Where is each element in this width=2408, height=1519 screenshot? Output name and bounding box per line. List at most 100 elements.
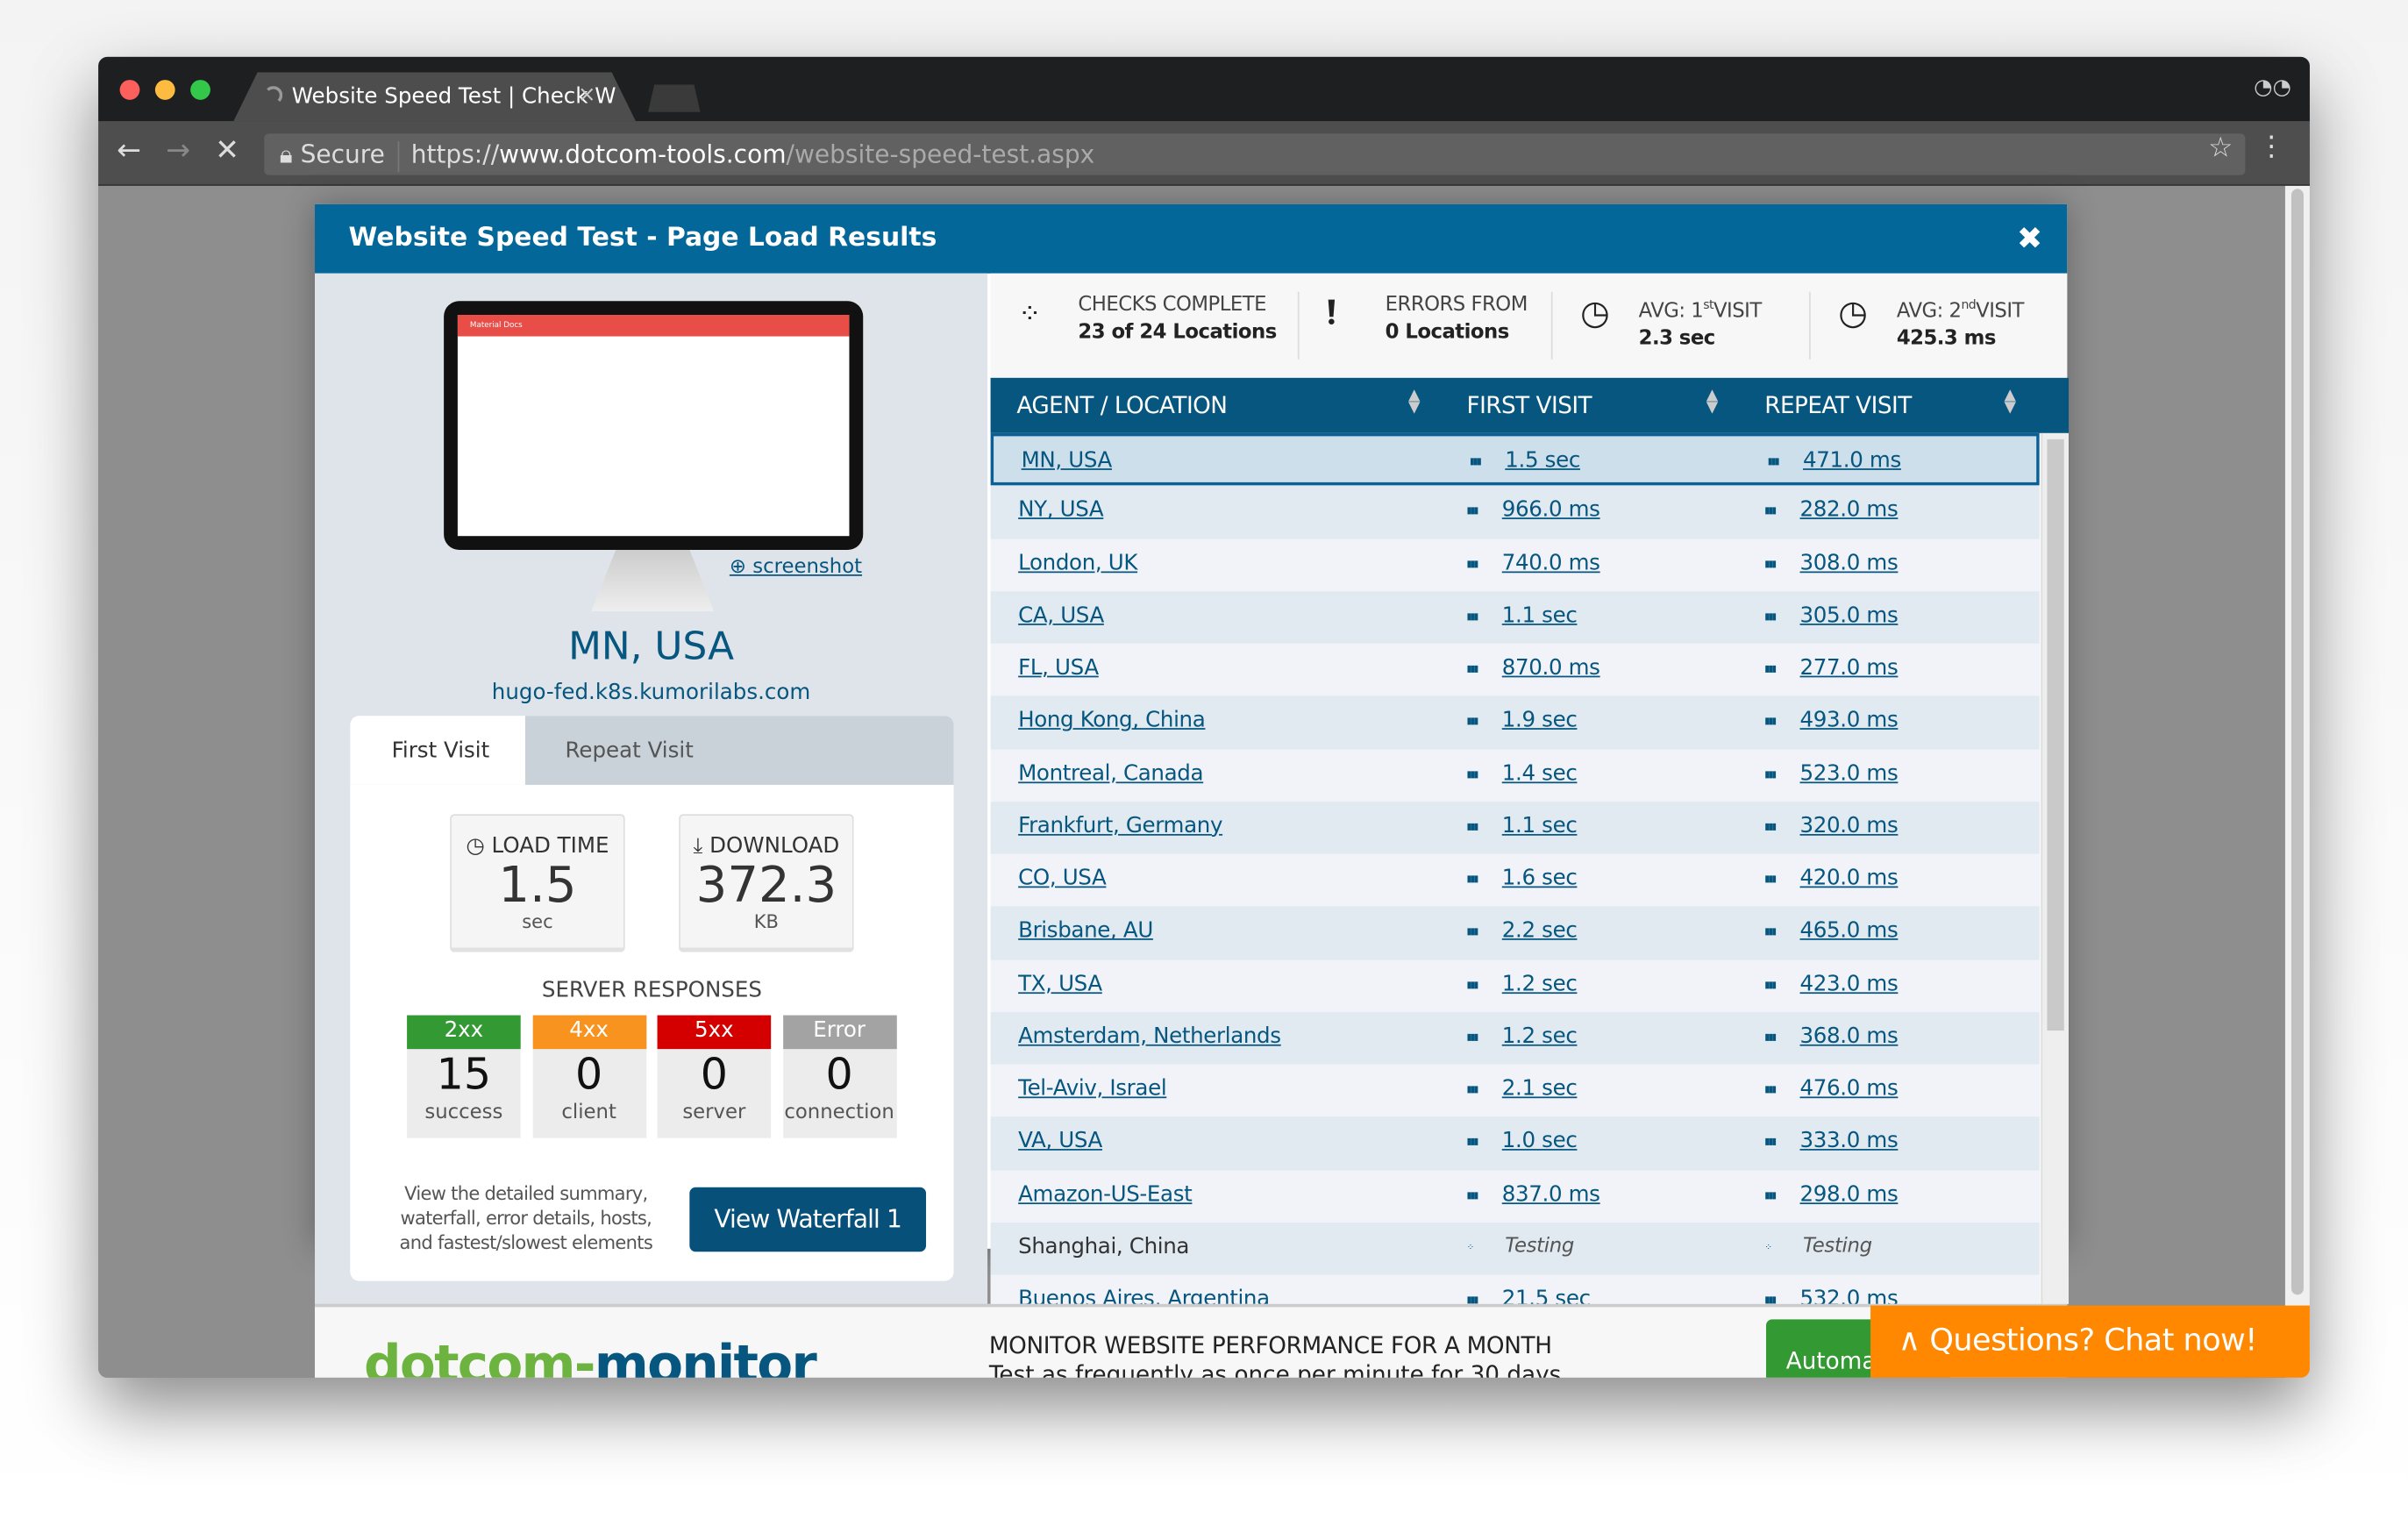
repeat-visit-link[interactable]: 282.0 ms bbox=[1800, 498, 1899, 523]
table-row[interactable]: CO, USA ▮▮▮ 1.6 sec ▮▮▮ 420.0 ms bbox=[990, 853, 2040, 907]
repeat-visit-link[interactable]: 420.0 ms bbox=[1800, 866, 1899, 891]
bar-chart-icon[interactable]: ▮▮▮ bbox=[1764, 664, 1777, 674]
location-link[interactable]: Brisbane, AU bbox=[1018, 919, 1153, 944]
screenshot-link[interactable]: ⊕ screenshot bbox=[730, 556, 862, 579]
table-row[interactable]: Amazon-US-East ▮▮▮ 837.0 ms ▮▮▮ 298.0 ms bbox=[990, 1169, 2040, 1223]
bar-chart-icon[interactable]: ▮▮▮ bbox=[1466, 1137, 1478, 1147]
first-visit-link[interactable]: 1.2 sec bbox=[1502, 1024, 1578, 1049]
bar-chart-icon[interactable]: ▮▮▮ bbox=[1764, 1031, 1777, 1042]
table-row[interactable]: VA, USA ▮▮▮ 1.0 sec ▮▮▮ 333.0 ms bbox=[990, 1116, 2040, 1170]
first-visit-link[interactable]: 1.9 sec bbox=[1502, 709, 1578, 733]
first-visit-link[interactable]: 1.1 sec bbox=[1502, 814, 1578, 838]
first-visit-link[interactable]: 2.1 sec bbox=[1502, 1077, 1578, 1102]
bar-chart-icon[interactable]: ▮▮▮ bbox=[1466, 1189, 1478, 1200]
bar-chart-icon[interactable]: ▮▮▮ bbox=[1466, 979, 1478, 989]
bar-chart-icon[interactable]: ▮▮▮ bbox=[1466, 559, 1478, 569]
table-row[interactable]: Brisbane, AU ▮▮▮ 2.2 sec ▮▮▮ 465.0 ms bbox=[990, 906, 2040, 959]
table-row[interactable]: Hong Kong, China ▮▮▮ 1.9 sec ▮▮▮ 493.0 ms bbox=[990, 695, 2040, 749]
back-icon[interactable]: ← bbox=[117, 133, 141, 168]
repeat-visit-link[interactable]: 368.0 ms bbox=[1800, 1024, 1899, 1049]
first-visit-link[interactable]: 1.4 sec bbox=[1502, 761, 1578, 786]
repeat-visit-link[interactable]: 320.0 ms bbox=[1800, 814, 1899, 838]
bar-chart-icon[interactable]: ▮▮▮ bbox=[1466, 874, 1478, 884]
bar-chart-icon[interactable]: ▮▮▮ bbox=[1764, 1137, 1777, 1147]
chat-button[interactable]: ∧ Questions? Chat now! bbox=[1870, 1305, 2310, 1378]
repeat-visit-link[interactable]: 476.0 ms bbox=[1800, 1077, 1899, 1102]
stop-icon[interactable]: ✕ bbox=[215, 133, 239, 168]
table-row[interactable]: FL, USA ▮▮▮ 870.0 ms ▮▮▮ 277.0 ms bbox=[990, 643, 2040, 696]
close-tab-icon[interactable]: × bbox=[578, 83, 596, 108]
table-row[interactable]: Frankfurt, Germany ▮▮▮ 1.1 sec ▮▮▮ 320.0 m… bbox=[990, 801, 2040, 854]
bar-chart-icon[interactable]: ▮▮▮ bbox=[1466, 1084, 1478, 1095]
first-visit-link[interactable]: 740.0 ms bbox=[1502, 551, 1600, 575]
maximize-window-button[interactable] bbox=[190, 80, 210, 100]
forward-icon[interactable]: → bbox=[166, 133, 190, 168]
table-row[interactable]: Buenos Aires, Argentina ▮▮▮ 21.5 sec ▮▮▮ 5… bbox=[990, 1274, 2040, 1304]
table-row[interactable]: Shanghai, China ⁘ Testing ⁘ Testing bbox=[990, 1222, 2040, 1275]
location-link[interactable]: Amsterdam, Netherlands bbox=[1018, 1024, 1281, 1049]
location-link[interactable]: TX, USA bbox=[1018, 972, 1102, 996]
repeat-visit-link[interactable]: 305.0 ms bbox=[1800, 603, 1899, 628]
bar-chart-icon[interactable]: ▮▮▮ bbox=[1466, 717, 1478, 727]
repeat-visit-link[interactable]: 277.0 ms bbox=[1800, 656, 1899, 681]
screenshot-thumbnail[interactable]: Material Docs bbox=[444, 301, 864, 550]
repeat-visit-link[interactable]: 308.0 ms bbox=[1800, 551, 1899, 575]
location-link[interactable]: MN, USA bbox=[1022, 448, 1113, 473]
close-window-button[interactable] bbox=[119, 80, 140, 100]
bar-chart-icon[interactable]: ▮▮▮ bbox=[1466, 769, 1478, 780]
bar-chart-icon[interactable]: ▮▮▮ bbox=[1466, 664, 1478, 674]
bar-chart-icon[interactable]: ▮▮▮ bbox=[1764, 769, 1777, 780]
repeat-visit-link[interactable]: 298.0 ms bbox=[1800, 1182, 1899, 1207]
page-scrollbar[interactable] bbox=[2284, 185, 2310, 1378]
sort-icon[interactable]: ▲ ▼ bbox=[2004, 388, 2015, 416]
close-icon[interactable]: ✖ bbox=[2017, 219, 2042, 256]
browser-tab[interactable]: Website Speed Test | Check W × bbox=[233, 72, 637, 122]
location-link[interactable]: Frankfurt, Germany bbox=[1018, 814, 1222, 838]
minimize-window-button[interactable] bbox=[154, 80, 175, 100]
location-link[interactable]: Amazon-US-East bbox=[1018, 1182, 1193, 1207]
first-visit-link[interactable]: 1.5 sec bbox=[1505, 448, 1580, 473]
repeat-visit-link[interactable]: 423.0 ms bbox=[1800, 972, 1899, 996]
table-row[interactable]: MN, USA ▮▮▮ 1.5 sec ▮▮▮ 471.0 ms bbox=[990, 432, 2040, 486]
header-repeat-visit[interactable]: REPEAT VISIT bbox=[1764, 392, 1912, 420]
view-waterfall-button[interactable]: View Waterfall 1 bbox=[689, 1187, 927, 1252]
bar-chart-icon[interactable]: ▮▮▮ bbox=[1466, 1031, 1478, 1042]
table-row[interactable]: TX, USA ▮▮▮ 1.2 sec ▮▮▮ 423.0 ms bbox=[990, 959, 2040, 1012]
repeat-visit-link[interactable]: 523.0 ms bbox=[1800, 761, 1899, 786]
bar-chart-icon[interactable]: ▮▮▮ bbox=[1764, 506, 1777, 517]
location-link[interactable]: CA, USA bbox=[1018, 603, 1104, 628]
tab-repeat-visit[interactable]: Repeat Visit bbox=[525, 716, 693, 785]
header-location[interactable]: AGENT / LOCATION bbox=[1016, 392, 1228, 420]
bookmark-star-icon[interactable]: ☆ bbox=[2208, 132, 2233, 165]
bar-chart-icon[interactable]: ▮▮▮ bbox=[1466, 926, 1478, 937]
bar-chart-icon[interactable]: ▮▮▮ bbox=[1764, 1084, 1777, 1095]
bar-chart-icon[interactable]: ▮▮▮ bbox=[1764, 559, 1777, 569]
bar-chart-icon[interactable]: ▮▮▮ bbox=[1764, 926, 1777, 937]
location-link[interactable]: NY, USA bbox=[1018, 498, 1104, 523]
table-row[interactable]: Amsterdam, Netherlands ▮▮▮ 1.2 sec ▮▮▮ 368… bbox=[990, 1011, 2040, 1065]
tab-first-visit[interactable]: First Visit bbox=[350, 716, 525, 785]
header-first-visit[interactable]: FIRST VISIT bbox=[1466, 392, 1592, 420]
bar-chart-icon[interactable]: ▮▮▮ bbox=[1764, 717, 1777, 727]
table-row[interactable]: NY, USA ▮▮▮ 966.0 ms ▮▮▮ 282.0 ms bbox=[990, 485, 2040, 538]
menu-icon[interactable]: ⋮ bbox=[2257, 131, 2285, 163]
bar-chart-icon[interactable]: ▮▮▮ bbox=[1764, 611, 1777, 622]
bar-chart-icon[interactable]: ▮▮▮ bbox=[1470, 456, 1482, 467]
bar-chart-icon[interactable]: ▮▮▮ bbox=[1764, 822, 1777, 832]
location-link[interactable]: Tel-Aviv, Israel bbox=[1018, 1077, 1167, 1102]
bar-chart-icon[interactable]: ▮▮▮ bbox=[1764, 1294, 1777, 1304]
address-bar[interactable]: 🔒︎ Secure https://www.dotcom-tools.com/we… bbox=[264, 133, 2246, 175]
new-tab-button[interactable] bbox=[648, 84, 701, 112]
bar-chart-icon[interactable]: ▮▮▮ bbox=[1466, 506, 1478, 517]
location-link[interactable]: CO, USA bbox=[1018, 866, 1107, 891]
repeat-visit-link[interactable]: 493.0 ms bbox=[1800, 709, 1899, 733]
table-row[interactable]: CA, USA ▮▮▮ 1.1 sec ▮▮▮ 305.0 ms bbox=[990, 590, 2040, 644]
location-link[interactable]: FL, USA bbox=[1018, 656, 1099, 681]
location-link[interactable]: Hong Kong, China bbox=[1018, 709, 1206, 733]
repeat-visit-link[interactable]: 532.0 ms bbox=[1800, 1287, 1899, 1304]
table-scrollbar[interactable] bbox=[2041, 432, 2070, 1304]
table-row[interactable]: Montreal, Canada ▮▮▮ 1.4 sec ▮▮▮ 523.0 ms bbox=[990, 748, 2040, 802]
first-visit-link[interactable]: 1.6 sec bbox=[1502, 866, 1578, 891]
first-visit-link[interactable]: 2.2 sec bbox=[1502, 919, 1578, 944]
location-link[interactable]: Buenos Aires, Argentina bbox=[1018, 1287, 1270, 1304]
